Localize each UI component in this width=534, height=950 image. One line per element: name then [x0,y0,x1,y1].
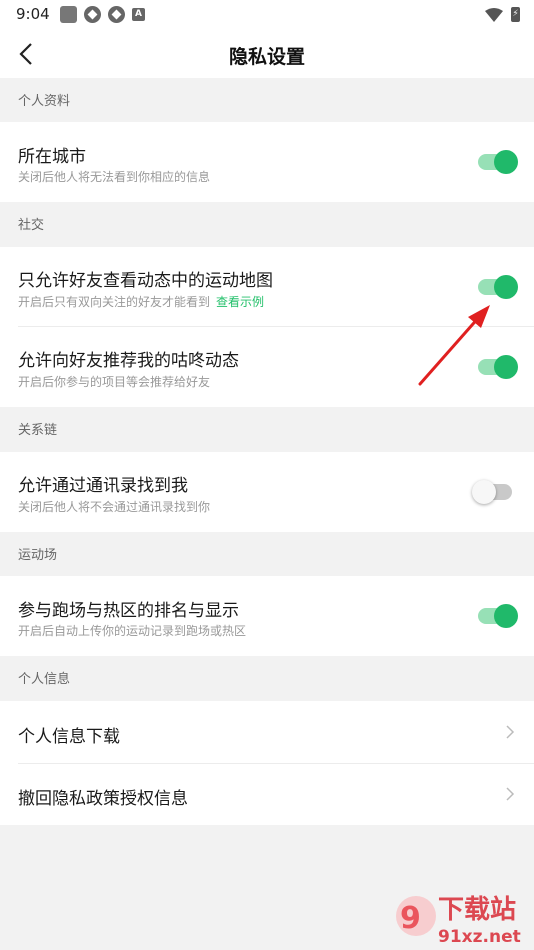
card-profile: 所在城市 关闭后他人将无法看到你相应的信息 [0,122,534,202]
setting-subtitle: 关闭后他人将不会通过通讯录找到你 [18,500,211,514]
toggle-city[interactable] [478,150,518,174]
toggle-knob [494,150,518,174]
section-header-relations: 关系链 [18,423,58,438]
sync-notification-icon [84,6,101,23]
setting-subtitle: 开启后自动上传你的运动记录到跑场或热区 [18,624,247,638]
watermark-logo: 9 下载站 91xz.net [396,895,521,947]
toggle-knob [494,604,518,628]
notification-icons: A [60,6,145,23]
toggle-contacts[interactable] [472,480,512,504]
toggle-friends-map[interactable] [478,275,518,299]
menu-row-download[interactable]: 个人信息下载 [0,701,534,763]
watermark-brand: 下载站 [438,895,516,925]
section-header-profile: 个人资料 [18,94,71,109]
card-personal-info: 个人信息下载 撤回隐私政策授权信息 [0,701,534,825]
battery-icon: ⚡ [511,7,520,22]
watermark-numeral: 9 [400,901,421,936]
setting-title: 所在城市 [18,147,86,167]
menu-title: 撤回隐私政策授权信息 [18,789,188,809]
navigation-bar: 隐私设置 [0,30,534,78]
sync-notification-icon-2 [108,6,125,23]
status-time: 9:04 [16,5,50,23]
setting-subtitle: 关闭后他人将无法看到你相应的信息 [18,170,211,184]
status-right: ⚡ [485,7,520,22]
setting-title: 只允许好友查看动态中的运动地图 [18,271,273,291]
wifi-icon [485,7,503,22]
card-relations: 允许通过通讯录找到我 关闭后他人将不会通过通讯录找到你 [0,452,534,532]
setting-title: 允许通过通讯录找到我 [18,476,188,496]
toggle-ranking[interactable] [478,604,518,628]
menu-title: 个人信息下载 [18,727,120,747]
setting-subtitle: 开启后只有双向关注的好友才能看到 查看示例 [18,293,264,310]
chevron-right-icon [506,725,515,739]
chevron-right-icon [506,787,515,801]
setting-row-ranking[interactable]: 参与跑场与热区的排名与显示 开启后自动上传你的运动记录到跑场或热区 [0,576,534,656]
card-sports: 参与跑场与热区的排名与显示 开启后自动上传你的运动记录到跑场或热区 [0,576,534,656]
app-notification-icon [60,6,77,23]
menu-row-revoke[interactable]: 撤回隐私政策授权信息 [0,764,534,825]
toggle-knob [494,275,518,299]
section-header-sports: 运动场 [18,548,58,563]
watermark-site: 91xz.net [438,927,521,947]
setting-title: 参与跑场与热区的排名与显示 [18,601,239,621]
setting-row-contacts[interactable]: 允许通过通讯录找到我 关闭后他人将不会通过通讯录找到你 [0,452,534,532]
page-title: 隐私设置 [228,46,305,68]
section-header-social: 社交 [18,218,45,233]
view-example-link[interactable]: 查看示例 [216,295,264,309]
setting-row-city[interactable]: 所在城市 关闭后他人将无法看到你相应的信息 [0,122,534,202]
setting-subtitle-text: 开启后只有双向关注的好友才能看到 [18,295,211,309]
section-header-personal-info: 个人信息 [18,672,71,687]
toggle-knob [472,480,496,504]
status-bar: 9:04 A ⚡ [0,0,534,30]
red-arrow-annotation [418,305,490,386]
setting-subtitle: 开启后你参与的项目等会推荐给好友 [18,375,211,389]
setting-title: 允许向好友推荐我的咕咚动态 [18,351,239,371]
a-notification-icon: A [132,8,145,21]
